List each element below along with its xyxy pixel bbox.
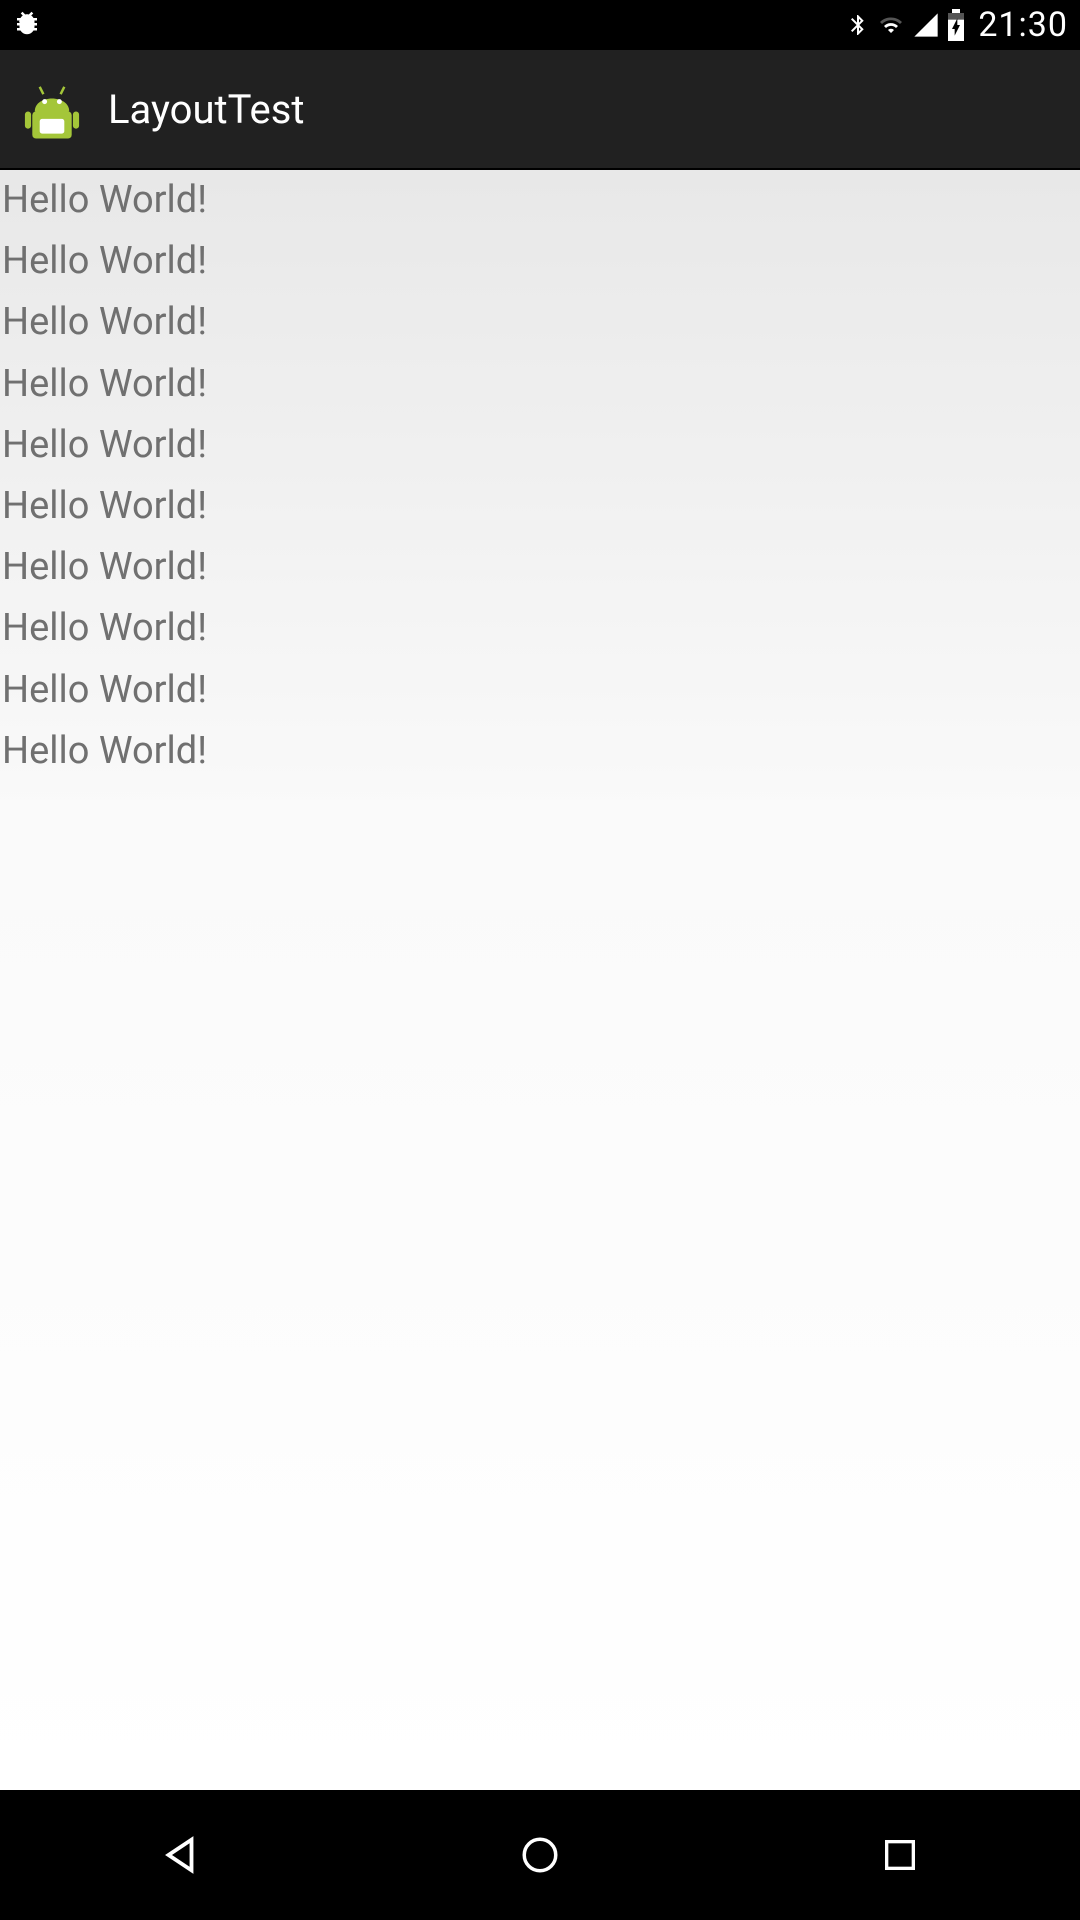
text-line: Hello World!	[0, 292, 1080, 353]
text-line: Hello World!	[0, 231, 1080, 292]
text-line: Hello World!	[0, 598, 1080, 659]
text-line: Hello World!	[0, 415, 1080, 476]
status-right: 21:30	[846, 5, 1068, 45]
text-line: Hello World!	[0, 170, 1080, 231]
content-area: Hello World! Hello World! Hello World! H…	[0, 170, 1080, 1790]
text-line: Hello World!	[0, 354, 1080, 415]
text-line: Hello World!	[0, 537, 1080, 598]
wifi-icon	[876, 13, 906, 37]
navigation-bar	[0, 1790, 1080, 1920]
status-bar: 21:30	[0, 0, 1080, 50]
back-button[interactable]	[140, 1815, 220, 1895]
text-line: Hello World!	[0, 660, 1080, 721]
action-bar: LayoutTest	[0, 50, 1080, 170]
status-left	[12, 8, 42, 42]
app-title: LayoutTest	[108, 86, 304, 133]
status-time: 21:30	[978, 5, 1068, 45]
bluetooth-icon	[846, 10, 870, 40]
app-icon	[20, 77, 84, 141]
home-button[interactable]	[500, 1815, 580, 1895]
debug-icon	[12, 8, 42, 42]
signal-icon	[912, 11, 940, 39]
text-line: Hello World!	[0, 476, 1080, 537]
recent-apps-button[interactable]	[860, 1815, 940, 1895]
text-line: Hello World!	[0, 721, 1080, 782]
battery-charging-icon	[946, 9, 966, 41]
